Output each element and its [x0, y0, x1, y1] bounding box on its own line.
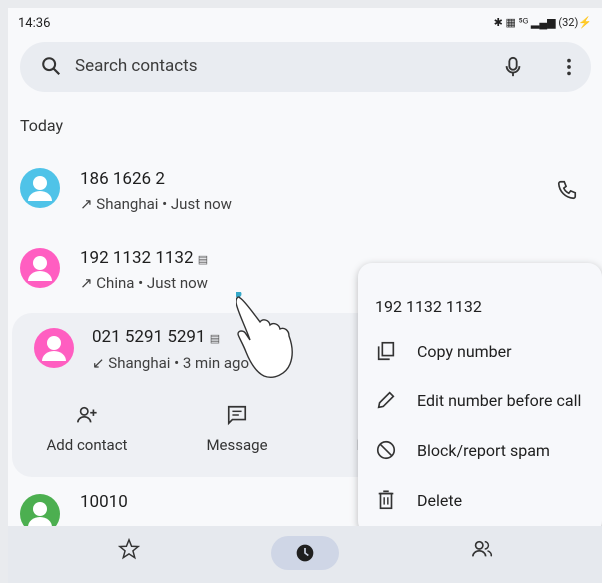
microphone-icon[interactable]: [502, 55, 524, 79]
call-detail: ↗ China • Just now: [80, 274, 208, 292]
search-icon: [42, 57, 61, 76]
menu-title: 192 1132 1132: [375, 297, 482, 316]
delete-label: Delete: [417, 491, 463, 510]
bottom-navigation: [8, 526, 602, 583]
status-time: 14:36: [18, 16, 51, 31]
block-spam-menu-item[interactable]: Block/report spam: [375, 431, 595, 471]
call-detail: ↙ Shanghai • 3 min ago: [92, 354, 249, 372]
trash-icon: [378, 490, 394, 510]
context-menu: 192 1132 1132 Copy number Edit number be…: [358, 263, 602, 535]
more-options-icon[interactable]: [558, 55, 580, 79]
caller-number: 186 1626 2: [80, 169, 165, 189]
section-header-today: Today: [20, 116, 64, 135]
person-icon: [20, 248, 60, 288]
caller-number: 021 5291 5291 ▤: [92, 327, 221, 347]
call-detail: ↗ Shanghai • Just now: [80, 195, 232, 213]
people-icon[interactable]: [470, 538, 494, 560]
dialer-screen: 14:36 ✱ ▦ ⁵ᴳ ▂▄▆ (32)⚡ Search contacts T…: [8, 8, 602, 583]
avatar: [20, 248, 60, 288]
search-input[interactable]: Search contacts: [75, 56, 197, 76]
person-icon: [20, 168, 60, 208]
caller-number: 10010: [80, 492, 128, 512]
block-icon: [376, 440, 396, 460]
battery-level: 32: [562, 16, 575, 29]
message-label: Message: [206, 436, 268, 454]
block-spam-label: Block/report spam: [417, 441, 550, 460]
edit-number-menu-item[interactable]: Edit number before call: [375, 381, 595, 421]
delete-menu-item[interactable]: Delete: [375, 481, 595, 521]
message-icon: [227, 405, 247, 426]
call-log-row[interactable]: 186 1626 2 ↗ Shanghai • Just now: [8, 163, 602, 225]
avatar: [34, 328, 74, 368]
clock-icon: [296, 544, 314, 562]
status-icons: ✱ ▦ ⁵ᴳ ▂▄▆ (32)⚡: [493, 16, 592, 29]
touch-gesture-hand-icon: [236, 292, 293, 378]
person-icon: [34, 328, 74, 368]
caller-number: 192 1132 1132 ▤: [80, 248, 209, 268]
copy-icon: [377, 341, 395, 361]
search-bar[interactable]: Search contacts: [20, 42, 591, 92]
pencil-icon: [377, 391, 395, 409]
avatar: [20, 168, 60, 208]
add-contact-button[interactable]: Add contact: [42, 404, 132, 454]
edit-number-label: Edit number before call: [417, 391, 582, 410]
copy-number-label: Copy number: [417, 342, 512, 361]
tab-recent[interactable]: [271, 536, 339, 570]
star-icon[interactable]: [118, 538, 140, 560]
add-contact-label: Add contact: [46, 436, 128, 454]
person-add-icon: [77, 406, 97, 423]
status-bar: 14:36 ✱ ▦ ⁵ᴳ ▂▄▆ (32)⚡: [8, 8, 602, 38]
message-button[interactable]: Message: [192, 404, 282, 454]
phone-icon[interactable]: [556, 179, 578, 201]
copy-number-menu-item[interactable]: Copy number: [375, 332, 595, 372]
